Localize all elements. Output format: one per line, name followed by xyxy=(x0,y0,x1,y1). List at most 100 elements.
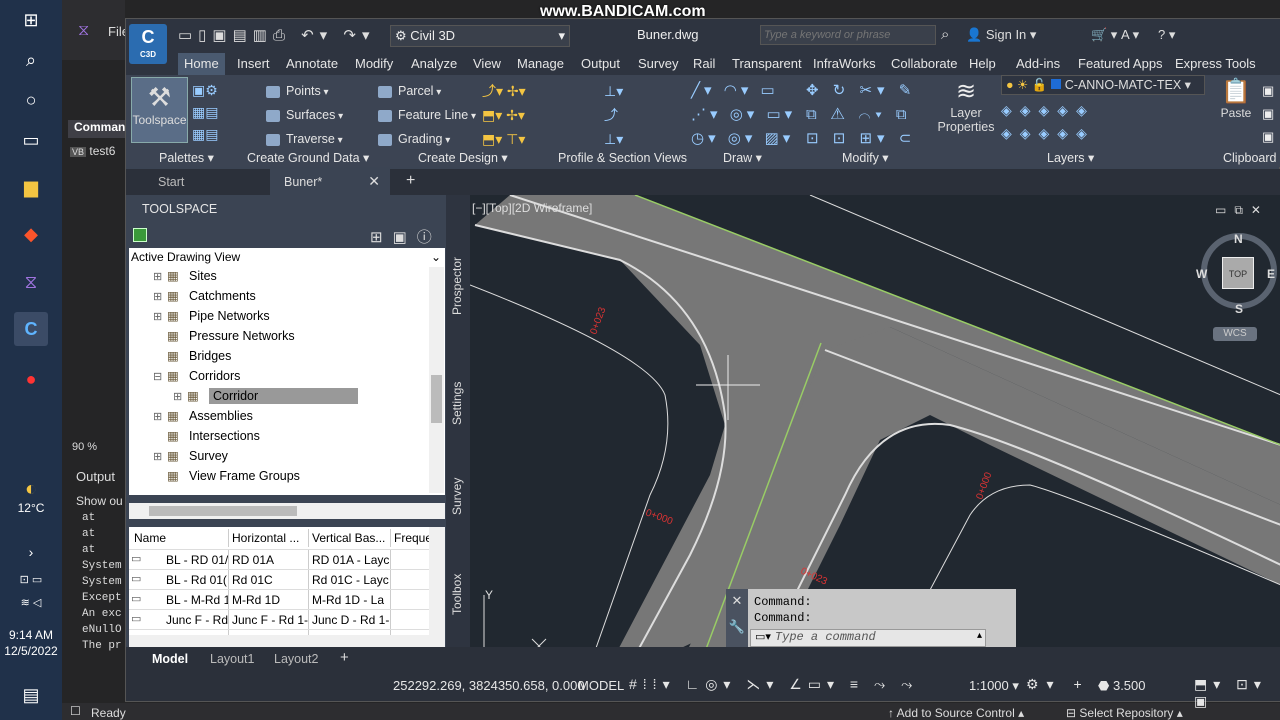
tree-item-corridors[interactable]: ⊟ ▦ Corridors xyxy=(153,366,429,386)
expand-icon[interactable]: ⊞ xyxy=(153,307,167,327)
network-volume-icons[interactable]: ≋ ◁ xyxy=(14,585,48,619)
status-tray-icons[interactable]: ⬒▾ ⊡▾ ▣ xyxy=(1194,676,1280,710)
task-view-icon[interactable]: ▭ xyxy=(14,123,48,157)
palettes-panel-title[interactable]: Palettes ▾ xyxy=(159,150,214,165)
visual-studio-icon[interactable]: ⧖ xyxy=(14,265,48,299)
tab-help[interactable]: Help xyxy=(969,53,996,75)
toolspace-view-icon[interactable] xyxy=(133,228,147,242)
design-panel-title[interactable]: Create Design ▾ xyxy=(418,150,508,165)
side-tab-settings[interactable]: Settings xyxy=(450,382,464,425)
lineweight-readout[interactable]: ⬣ 3.500 xyxy=(1098,678,1146,694)
cart-icon[interactable]: 🛒 ▾ xyxy=(1091,27,1117,43)
command-input[interactable]: ▭▾ Type a command ▴ xyxy=(750,629,986,647)
expand-icon[interactable]: ⊟ xyxy=(153,367,167,387)
side-tab-toolbox[interactable]: Toolbox xyxy=(450,574,464,615)
tree-item-pipe-networks[interactable]: ⊞ ▦ Pipe Networks xyxy=(153,306,429,326)
compass-east[interactable]: E xyxy=(1267,267,1275,281)
layer-properties-button[interactable]: ≋ Layer Properties xyxy=(936,77,996,147)
vs-solution-item[interactable]: VB test6 xyxy=(70,144,115,158)
tab-featured-apps[interactable]: Featured Apps xyxy=(1078,53,1163,75)
tree-item-bridges[interactable]: ▦ Bridges xyxy=(153,346,429,366)
file-explorer-icon[interactable]: ▆ xyxy=(14,170,48,204)
grid-row[interactable]: ▭ Junc F - Rd Junc F - Rd 1- Junc D - Rd 1- xyxy=(129,609,429,630)
design-small-icons[interactable]: ⤴▾ ✢▾ ⬒▾ ✢▾ ⬒▾ ⊤▾ xyxy=(482,79,552,147)
grid-header[interactable]: Vertical Bas... xyxy=(309,529,391,547)
civil3d-taskbar-icon[interactable]: C xyxy=(14,312,48,346)
tab-view[interactable]: View xyxy=(473,53,501,75)
design-item-feature-line[interactable]: Feature Line ▾ xyxy=(378,105,476,125)
layout-tab-layout1[interactable]: Layout1 xyxy=(210,652,254,666)
notification-icon[interactable]: ▤ xyxy=(14,678,48,712)
tab-survey[interactable]: Survey xyxy=(638,53,678,75)
grid-row[interactable]: ▭ BL - Rd 01(Rd 01C Rd 01C - Layc xyxy=(129,569,429,590)
design-item-parcel[interactable]: Parcel ▾ xyxy=(378,81,441,101)
clipboard-panel-title[interactable]: Clipboard xyxy=(1223,151,1277,165)
ground-item-points[interactable]: Points ▾ xyxy=(266,81,329,101)
viewcube-top[interactable]: TOP xyxy=(1222,257,1254,289)
view-select[interactable]: Active Drawing View ⌄ xyxy=(129,248,445,266)
tab-add-ins[interactable]: Add-ins xyxy=(1016,53,1060,75)
vs-add-source[interactable]: ↑ Add to Source Control ▴ xyxy=(888,706,1024,720)
tree-item-view-frame-groups[interactable]: ▦ View Frame Groups xyxy=(153,466,429,486)
tab-transparent[interactable]: Transparent xyxy=(732,53,802,75)
windows-start-icon[interactable]: ⊞ xyxy=(14,3,48,37)
ground-item-traverse[interactable]: Traverse ▾ xyxy=(266,129,343,149)
command-line-handle[interactable]: ✕ 🔧 xyxy=(726,589,748,649)
grid-header[interactable]: Freque xyxy=(391,529,431,547)
tab-modify[interactable]: Modify xyxy=(355,53,393,75)
annotation-scale[interactable]: 1:1000 ▾ xyxy=(969,678,1019,694)
layer-tools[interactable]: ◈◈◈◈◈ ◈◈◈◈◈ xyxy=(1001,99,1151,145)
vs-zoom[interactable]: 90 % xyxy=(72,441,97,453)
close-icon[interactable]: ✕ xyxy=(368,173,380,190)
search-icon[interactable]: ⌕ xyxy=(14,43,48,77)
app-menu-button[interactable]: C C3D xyxy=(129,24,167,64)
sign-in-button[interactable]: 👤 Sign In ▾ xyxy=(966,27,1036,43)
tree-item-pressure-networks[interactable]: ▦ Pressure Networks xyxy=(153,326,429,346)
viewport-window-controls[interactable]: ▭⧉✕ xyxy=(1215,203,1269,218)
autodesk-a360-icon[interactable]: A ▾ xyxy=(1121,27,1139,43)
ground-panel-title[interactable]: Create Ground Data ▾ xyxy=(247,150,369,165)
coordinates-readout[interactable]: 252292.269, 3824350.658, 0.000 xyxy=(393,678,585,693)
tree-item-survey[interactable]: ⊞ ▦ Survey xyxy=(153,446,429,466)
tree-scrollbar[interactable] xyxy=(429,267,444,493)
tab-buner[interactable]: Buner* ✕ xyxy=(270,169,390,195)
layout-tab-model[interactable]: Model xyxy=(152,652,188,666)
vs-select-repo[interactable]: ⊟ Select Repository ▴ xyxy=(1066,706,1183,720)
wcs-menu[interactable]: WCS xyxy=(1213,327,1257,341)
tab-collaborate[interactable]: Collaborate xyxy=(891,53,958,75)
drafting-toggles[interactable]: #⁞⁞▾ ∟◎▾ ⋋▾ ∠▭▾ ≡ ⤳ ⤳ xyxy=(629,676,918,693)
tab-insert[interactable]: Insert xyxy=(237,53,270,75)
brave-browser-icon[interactable]: ◆ xyxy=(14,217,48,251)
cortana-icon[interactable]: ○ xyxy=(14,83,48,117)
clock[interactable]: 9:14 AM 12/5/2022 xyxy=(0,627,62,659)
layers-panel-title[interactable]: Layers ▾ xyxy=(1047,150,1094,165)
grid-scrollbar[interactable] xyxy=(429,527,445,651)
tree-item-corridor[interactable]: ⊞ ▦ Corridor xyxy=(173,386,429,406)
expand-icon[interactable]: ⊞ xyxy=(153,267,167,287)
compass-south[interactable]: S xyxy=(1235,302,1243,316)
grid-header[interactable]: Name xyxy=(131,529,229,547)
tab-express-tools[interactable]: Express Tools xyxy=(1175,53,1256,75)
palette-small-icons[interactable]: ▣⚙ ▦▤ ▦▤ xyxy=(192,79,236,143)
tab-home[interactable]: Home xyxy=(178,53,225,75)
draw-panel-title[interactable]: Draw ▾ xyxy=(723,150,762,165)
tree-item-intersections[interactable]: ▦ Intersections xyxy=(153,426,429,446)
toolspace-button[interactable]: ⚒ Toolspace xyxy=(131,77,188,143)
tree-item-assemblies[interactable]: ⊞ ▦ Assemblies xyxy=(153,406,429,426)
search-icon[interactable]: ⌕ xyxy=(941,26,949,43)
tab-annotate[interactable]: Annotate xyxy=(286,53,338,75)
command-menu-icon[interactable]: ▭▾ xyxy=(755,632,771,644)
side-tab-prospector[interactable]: Prospector xyxy=(450,257,464,315)
profile-panel-title[interactable]: Profile & Section Views xyxy=(558,151,687,165)
expand-icon[interactable]: ⊞ xyxy=(153,447,167,467)
tab-start[interactable]: Start xyxy=(158,175,184,189)
layout-tab-layout2[interactable]: Layout2 xyxy=(274,652,318,666)
model-space-toggle[interactable]: MODEL xyxy=(578,678,624,693)
expand-icon[interactable]: ⊞ xyxy=(173,387,187,407)
tree-hscroll-thumb[interactable] xyxy=(149,506,297,516)
toolspace-toolbar-icons[interactable]: ⊞▣ⓘ xyxy=(370,226,442,247)
workspace-dropdown[interactable]: ⚙ Civil 3D ▾ xyxy=(390,25,570,47)
expand-icon[interactable]: ⊞ xyxy=(153,407,167,427)
bandicam-record-icon[interactable]: ● xyxy=(14,362,48,396)
side-tab-survey[interactable]: Survey xyxy=(450,478,464,515)
